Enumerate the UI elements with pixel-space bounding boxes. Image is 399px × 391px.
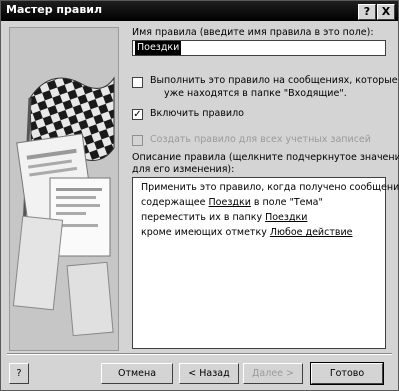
- rule-name-input[interactable]: Поездки: [132, 40, 386, 56]
- rule-description-box: Применить это правило, когда получено со…: [132, 177, 399, 349]
- all-accounts-label: Создать правило для всех учетных записей: [150, 134, 371, 145]
- description-line-2: содержащее Поездки в поле "Тема": [141, 197, 323, 208]
- next-button[interactable]: Далее >: [243, 363, 303, 384]
- enable-rule-checkbox[interactable]: ✓: [132, 109, 143, 120]
- description-line-1: Применить это правило, когда получено со…: [141, 182, 399, 193]
- description-line-2-prefix: содержащее: [141, 197, 209, 208]
- target-folder-link[interactable]: Поездки: [265, 212, 307, 223]
- rule-name-value: Поездки: [135, 41, 182, 55]
- wizard-footer: ? Отмена < Назад Далее > Готово: [1, 353, 398, 390]
- cancel-button[interactable]: Отмена: [101, 363, 173, 384]
- wizard-illustration: [9, 27, 119, 351]
- rule-name-label: Имя правила (введите имя правила в это п…: [132, 27, 374, 38]
- run-now-label-line1: Выполнить это правило на сообщениях, кот…: [150, 75, 398, 86]
- subject-words-link[interactable]: Поездки: [209, 197, 251, 208]
- finish-button[interactable]: Готово: [310, 362, 384, 385]
- wizard-content: Имя правила (введите имя правила в это п…: [6, 23, 399, 353]
- description-line-3-prefix: переместить их в папку: [141, 212, 266, 223]
- back-button[interactable]: < Назад: [179, 363, 239, 384]
- checkered-flag-illustration: [10, 28, 118, 350]
- flag-action-link[interactable]: Любое действие: [270, 227, 353, 238]
- window-title: Мастер правил: [6, 3, 103, 16]
- enable-rule-label: Включить правило: [150, 108, 244, 119]
- footer-separator: [7, 353, 392, 355]
- description-line-2-suffix: в поле "Тема": [250, 197, 323, 208]
- description-label-line1: Описание правила (щелкните подчеркнутое …: [132, 152, 399, 163]
- help-button[interactable]: ?: [9, 363, 29, 384]
- description-line-4: кроме имеющих отметку Любое действие: [141, 227, 352, 238]
- description-line-3: переместить их в папку Поездки: [141, 212, 307, 223]
- all-accounts-checkbox[interactable]: [132, 135, 143, 146]
- rules-wizard-window: Мастер правил ? X Имя правила (введите и…: [0, 0, 399, 391]
- title-help-button[interactable]: ?: [358, 4, 376, 20]
- title-bar: Мастер правил ? X: [1, 1, 398, 21]
- description-line-4-prefix: кроме имеющих отметку: [141, 227, 270, 238]
- close-button[interactable]: X: [377, 4, 395, 20]
- run-now-label-line2: уже находятся в папке "Входящие".: [164, 88, 347, 99]
- run-now-checkbox[interactable]: [132, 77, 143, 88]
- description-label-line2: для его изменения):: [132, 164, 235, 175]
